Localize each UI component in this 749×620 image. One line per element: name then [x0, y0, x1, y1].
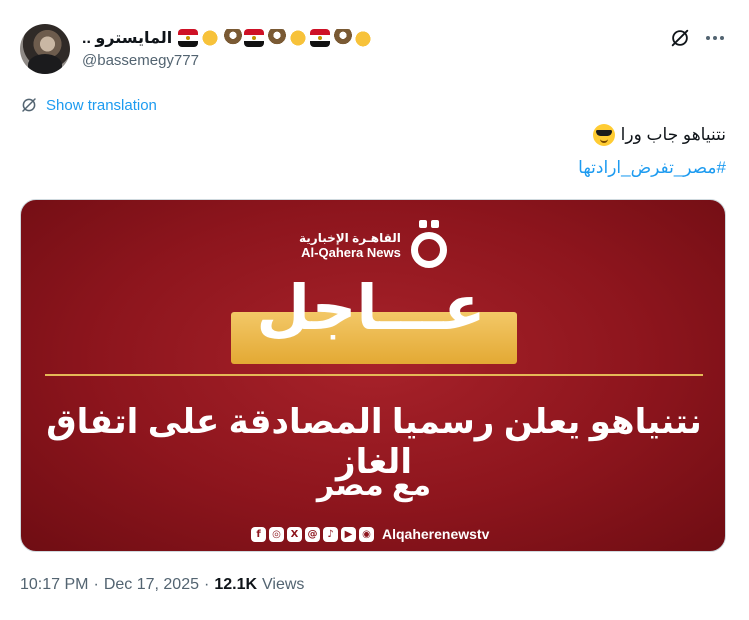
hashtag-link[interactable]: #مصر_تفرض_ارادتها — [578, 158, 726, 178]
more-icon — [706, 36, 724, 40]
show-translation-label[interactable]: Show translation — [46, 97, 157, 114]
author-handle[interactable]: @bassemegy777 — [82, 52, 199, 69]
youtube-icon: ▶ — [341, 526, 356, 542]
meta-separator: · — [204, 576, 210, 593]
fist-icon — [200, 29, 221, 47]
display-name[interactable]: المايسترو .. — [82, 28, 172, 48]
egypt-flag-icon — [178, 29, 199, 47]
avatar[interactable] — [20, 24, 70, 74]
tiktok-icon: ♪ — [323, 526, 338, 542]
web-icon: ◉ — [359, 526, 374, 542]
news-logo-text: القاهـرة الإخبارية Al-Qahera News — [299, 231, 401, 260]
social-handles-bar: f ◎ X @ ♪ ▶ ◉ Alqaherenewstv — [251, 526, 489, 542]
translate-icon — [22, 98, 36, 112]
grok-icon — [671, 29, 689, 47]
eagle-icon — [332, 29, 353, 47]
more-options-button[interactable] — [703, 26, 727, 50]
fist-icon — [288, 29, 309, 47]
tweet-text: نتنياهو جاب ورا — [592, 124, 726, 146]
eagle-icon — [266, 29, 287, 47]
egypt-flag-icon — [310, 29, 331, 47]
al-qahera-logo-icon — [409, 220, 451, 270]
tweet-time[interactable]: 10:17 PM — [20, 576, 88, 594]
author-name-row[interactable]: المايسترو .. — [82, 26, 375, 50]
news-logo: القاهـرة الإخبارية Al-Qahera News — [299, 220, 451, 270]
breaking-badge-text: عـــاجل — [256, 274, 486, 343]
tweet-date[interactable]: Dec 17, 2025 — [104, 576, 199, 594]
divider-line — [45, 374, 703, 376]
meta-separator: · — [93, 576, 99, 593]
facebook-icon: f — [251, 526, 266, 542]
egypt-flag-icon — [244, 29, 265, 47]
social-handle: Alqaherenewstv — [382, 526, 490, 542]
x-icon: X — [287, 526, 302, 542]
eagle-icon — [222, 29, 243, 47]
views-label: Views — [262, 576, 305, 593]
threads-icon: @ — [305, 526, 320, 542]
media-image[interactable]: القاهـرة الإخبارية Al-Qahera News عـــاج… — [20, 199, 726, 552]
tweet-body: نتنياهو جاب ورا — [620, 125, 726, 144]
show-translation-link[interactable]: Show translation — [20, 96, 157, 114]
muscle-icon — [354, 29, 375, 47]
grok-button[interactable] — [668, 26, 692, 50]
headline-line-2: مع مصر — [316, 469, 432, 502]
instagram-icon: ◎ — [269, 526, 284, 542]
news-logo-arabic: القاهـرة الإخبارية — [299, 230, 401, 245]
name-emoji-strip — [178, 29, 375, 47]
news-logo-english: Al-Qahera News — [301, 244, 401, 260]
views-count: 12.1K — [214, 576, 258, 593]
tweet-meta: 10:17 PM · Dec 17, 2025 · 12.1K Views — [20, 576, 304, 594]
tweet: المايسترو .. @bassemegy777 Show translat… — [0, 0, 749, 620]
sunglasses-emoji-icon — [592, 124, 615, 146]
